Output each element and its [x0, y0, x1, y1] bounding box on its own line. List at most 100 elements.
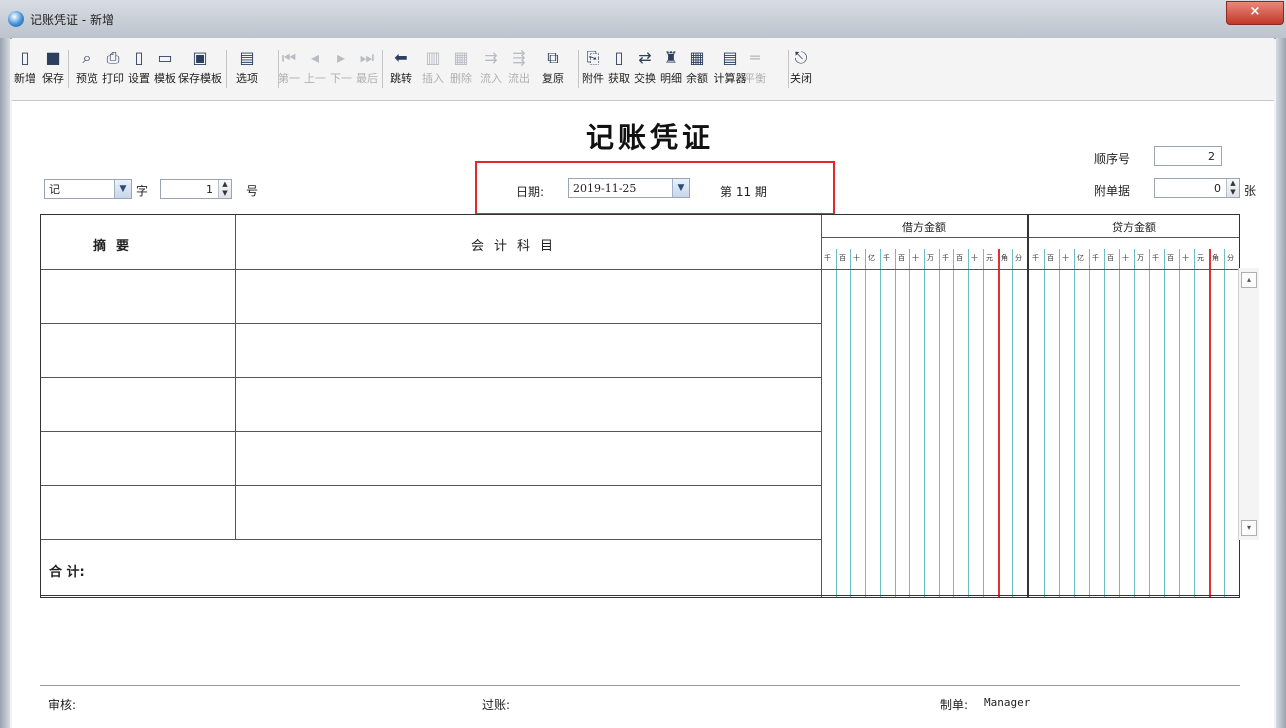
last-record-icon: ⏭ — [359, 48, 375, 67]
date-picker[interactable]: 2019-11-25 ▼ — [568, 178, 690, 198]
save-template-icon: ▣ — [192, 48, 208, 67]
toolbar-separator — [226, 50, 227, 88]
toolbar-options-button[interactable]: ▤ 选项 — [232, 48, 262, 92]
digit-divider-line — [895, 249, 896, 597]
digit-divider-line — [880, 249, 881, 597]
summary-cell[interactable] — [47, 287, 227, 307]
attachments-field[interactable]: 0 ▲ ▼ — [1154, 178, 1240, 198]
voucher-number-field[interactable]: 1 ▲ ▼ — [160, 179, 232, 199]
summary-cell[interactable] — [47, 341, 227, 361]
toolbar-template-button[interactable]: ▭ 模板 — [150, 48, 180, 92]
amount-header-divider — [821, 237, 1239, 238]
title-bar — [0, 0, 1286, 39]
digit-divider-line — [1149, 249, 1150, 597]
header-divider — [41, 269, 1239, 270]
toolbar-save-button[interactable]: ■ 保存 — [38, 48, 68, 92]
table-row-divider — [41, 323, 821, 324]
digit-divider-line — [924, 249, 925, 597]
toolbar-last-button[interactable]: ⏭ 最后 — [352, 48, 382, 92]
toolbar-button-label: 下一 — [330, 72, 352, 85]
summary-cell[interactable] — [47, 449, 227, 469]
digit-divider-line — [1194, 249, 1195, 597]
voucher-word-select[interactable]: 记 ▼ — [44, 179, 132, 199]
toolbar-insert-button[interactable]: ▥ 插入 — [418, 48, 448, 92]
scroll-up-icon[interactable]: ▴ — [1241, 272, 1257, 288]
summary-cell[interactable] — [47, 395, 227, 415]
digit-divider-line — [850, 249, 851, 597]
digit-divider-line — [1224, 249, 1225, 597]
toolbar-restore-button[interactable]: ⧉ 复原 — [538, 48, 568, 92]
settings-page-icon: ▯ — [134, 48, 144, 67]
toolbar-balance-check-button[interactable]: ═ 平衡 — [740, 48, 770, 92]
toolbar-save-template-button[interactable]: ▣ 保存模板 — [178, 48, 222, 92]
account-cell[interactable] — [241, 395, 811, 415]
toolbar-button-label: 设置 — [128, 72, 150, 85]
toolbar-button-label: 复原 — [542, 72, 564, 85]
toolbar-button-label: 流出 — [508, 72, 530, 85]
voucher-title: 记账凭证 — [585, 121, 714, 154]
toolbar-button-label: 余额 — [686, 72, 708, 85]
toolbar-button-label: 打印 — [102, 72, 124, 85]
digit-divider-line — [1044, 249, 1045, 597]
sequence-field[interactable]: 2 — [1154, 146, 1222, 166]
binoculars-icon: ♜ — [663, 48, 679, 67]
account-cell[interactable] — [241, 341, 811, 361]
attachments-value: 0 — [1214, 182, 1221, 195]
audit-label: 审核: — [48, 698, 77, 712]
digit-divider-line — [1074, 249, 1075, 597]
chevron-down-icon[interactable]: ▼ — [672, 179, 689, 197]
delete-row-icon: ▦ — [453, 48, 469, 67]
sequence-label: 顺序号 — [1094, 152, 1131, 166]
toolbar-button-label: 插入 — [422, 72, 444, 85]
toolbar-button-label: 获取 — [608, 72, 630, 85]
summary-cell[interactable] — [47, 503, 227, 523]
toolbar-close-button[interactable]: ⎋ 关闭 — [786, 48, 816, 92]
toolbar-button-label: 保存 — [42, 72, 64, 85]
account-cell[interactable] — [241, 287, 811, 307]
grid-scrollbar[interactable]: ▴ ▾ — [1238, 268, 1259, 540]
close-window-button[interactable]: × — [1226, 1, 1284, 25]
credit-digit-grid — [1029, 249, 1239, 597]
account-cell[interactable] — [241, 503, 811, 523]
toolbar-flow-in-button[interactable]: ⇉ 流入 — [476, 48, 506, 92]
new-document-icon: ▯ — [20, 48, 30, 67]
toolbar-jump-button[interactable]: ⬅ 跳转 — [386, 48, 416, 92]
toolbar-button-label: 流入 — [480, 72, 502, 85]
toolbar-separator — [68, 50, 69, 88]
window-left-border — [0, 38, 10, 728]
account-column-header: 会计科目 — [471, 239, 564, 254]
digit-divider-line — [1134, 249, 1135, 597]
voucher-word-value: 记 — [49, 183, 60, 196]
digit-divider-line — [1104, 249, 1105, 597]
toolbar-flow-out-button[interactable]: ⇶ 流出 — [504, 48, 534, 92]
yuan-divider-line — [1209, 249, 1211, 597]
restore-icon: ⧉ — [547, 48, 559, 67]
summary-column-header: 摘要 — [93, 239, 140, 254]
exchange-icon: ⇄ — [638, 48, 652, 67]
toolbar-delete-button[interactable]: ▦ 删除 — [446, 48, 476, 92]
number-spinner-icon[interactable]: ▲ ▼ — [218, 180, 231, 198]
flow-in-icon: ⇉ — [484, 48, 498, 67]
account-debit-divider — [821, 215, 822, 597]
credit-column-header: 贷方金额 — [1112, 221, 1156, 234]
calculator-icon: ▤ — [722, 48, 738, 67]
digit-divider-line — [1179, 249, 1180, 597]
voucher-number-label: 号 — [246, 184, 259, 198]
chevron-down-icon[interactable]: ▼ — [114, 180, 131, 198]
window-title: 记账凭证 - 新增 — [30, 13, 114, 27]
scroll-down-icon[interactable]: ▾ — [1241, 520, 1257, 536]
toolbar-button-label: 选项 — [236, 72, 258, 85]
options-icon: ▤ — [239, 48, 255, 67]
account-cell[interactable] — [241, 449, 811, 469]
next-record-icon: ▸ — [336, 48, 346, 67]
toolbar-button-label: 明细 — [660, 72, 682, 85]
printer-icon: ⎙ — [106, 48, 120, 67]
table-row-divider — [41, 485, 821, 486]
attachments-spinner-icon[interactable]: ▲ ▼ — [1226, 179, 1239, 197]
previous-record-icon: ◂ — [310, 48, 320, 67]
exit-door-icon: ⎋ — [794, 48, 808, 67]
toolbar-new-button[interactable]: ▯ 新增 — [10, 48, 40, 92]
toolbar-button-label: 保存模板 — [178, 72, 222, 85]
attachment-icon: ⎘ — [586, 48, 600, 67]
toolbar-button-label: 最后 — [356, 72, 378, 85]
